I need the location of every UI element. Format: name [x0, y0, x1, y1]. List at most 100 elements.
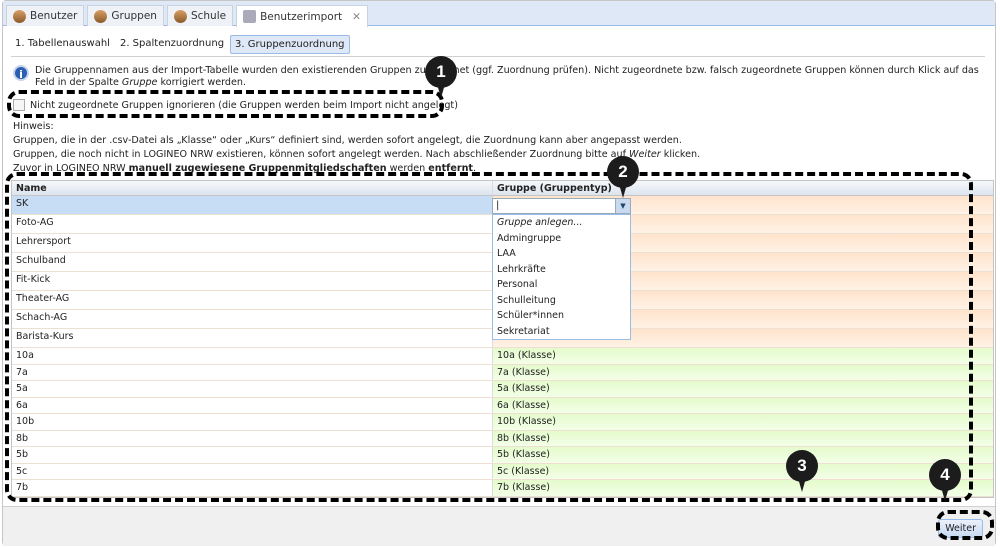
cell-name: 8b — [12, 430, 493, 446]
close-icon[interactable]: ✕ — [352, 11, 361, 23]
cell-name: Schulband — [12, 253, 493, 271]
table-row[interactable]: 10b 10b (Klasse) — [12, 414, 993, 431]
tab-label: Schule — [190, 10, 227, 22]
dropdown-option[interactable]: Personal — [493, 277, 630, 293]
cell-group[interactable]: 6a (Klasse) — [493, 397, 993, 413]
cell-group[interactable]: 10b (Klasse) — [493, 414, 993, 430]
cell-name: SK — [12, 196, 493, 214]
grid-header: Name Gruppe (Gruppentyp) — [12, 181, 993, 196]
school-icon — [173, 9, 187, 23]
hint-part: werden — [386, 163, 429, 174]
hint-bold: manuell zugewiesene Gruppenmitgliedschaf… — [128, 163, 387, 174]
hint-line: Gruppen, die noch nicht in LOGINEO NRW e… — [13, 148, 700, 162]
hint-part: Zuvor in LOGINEO NRW — [13, 163, 129, 174]
footer-bar: Weiter — [3, 506, 995, 546]
cell-name: Theater-AG — [12, 291, 493, 309]
hint-text: Hinweis: Gruppen, die in der .csv-Datei … — [13, 120, 700, 176]
tab-label: Gruppen — [111, 10, 157, 22]
table-row[interactable]: 10a 10a (Klasse) — [12, 348, 993, 365]
cell-group-value: 6a (Klasse) — [497, 399, 550, 411]
annotation-marker-2: 2 — [607, 156, 639, 198]
cell-name: Fit-Kick — [12, 272, 493, 290]
table-row[interactable]: 7b 7b (Klasse) — [12, 480, 993, 497]
cell-group-value: 7b (Klasse) — [497, 482, 550, 493]
tab-gruppen[interactable]: Gruppen — [87, 5, 164, 26]
hint-part: . — [473, 163, 477, 174]
table-row[interactable]: 5c 5c (Klasse) — [12, 463, 993, 480]
cell-group-value: 7a (Klasse) — [497, 366, 550, 378]
column-header-name[interactable]: Name — [12, 181, 493, 195]
info-message: i Die Gruppennamen aus der Import-Tabell… — [13, 65, 993, 89]
tab-schule[interactable]: Schule — [166, 5, 234, 26]
info-icon: i — [13, 65, 29, 81]
group-icon — [94, 9, 108, 23]
cell-group[interactable]: 7a (Klasse) — [493, 364, 993, 380]
info-text: Die Gruppennamen aus der Import-Tabelle … — [35, 65, 993, 89]
table-row[interactable]: 5b 5b (Klasse) — [12, 447, 993, 464]
dropdown-option[interactable]: Lehrkräfte — [493, 262, 630, 278]
step-gruppenzuordnung[interactable]: 3. Gruppenzuordnung — [230, 35, 350, 54]
tab-benutzerimport[interactable]: Benutzerimport ✕ — [236, 5, 368, 27]
tab-label: Benutzer — [30, 10, 78, 22]
annotation-marker-3: 3 — [786, 450, 818, 492]
cell-group-value: 5a (Klasse) — [497, 383, 550, 394]
hint-bold: entfernt — [428, 163, 473, 174]
info-text-part: korrigiert werden. — [157, 77, 247, 88]
dropdown-option[interactable]: Sekretariat — [493, 324, 630, 340]
hint-em: Weiter — [629, 149, 661, 160]
cell-group[interactable]: 8b (Klasse) — [493, 430, 993, 446]
hint-title: Hinweis: — [13, 121, 54, 132]
cell-group-value: 10a (Klasse) — [497, 350, 556, 361]
cell-group[interactable]: 7b (Klasse) — [493, 480, 993, 496]
tab-benutzer[interactable]: Benutzer — [6, 5, 85, 26]
annotation-marker-1: 1 — [425, 56, 457, 98]
cell-name: 10a — [12, 348, 493, 364]
cell-group[interactable]: 5c (Klasse) — [493, 463, 993, 479]
dropdown-option[interactable]: Gruppe anlegen... — [493, 215, 630, 231]
weiter-button[interactable]: Weiter — [938, 519, 983, 538]
step-spaltenzuordnung[interactable]: 2. Spaltenzuordnung — [116, 35, 228, 54]
dropdown-option[interactable]: Admingruppe — [493, 231, 630, 247]
text-cursor: | — [496, 200, 500, 211]
cell-name: 10b — [12, 414, 493, 430]
cell-name: 7b — [12, 480, 493, 496]
group-combobox[interactable]: | ▼ — [492, 198, 631, 214]
dropdown-option[interactable]: Schulleitung — [493, 293, 630, 309]
cell-name: 5c — [12, 463, 493, 479]
hint-line: Zuvor in LOGINEO NRW manuell zugewiesene… — [13, 162, 700, 176]
column-header-gruppe[interactable]: Gruppe (Gruppentyp) — [493, 181, 993, 195]
table-row[interactable]: 6a 6a (Klasse) — [12, 397, 993, 414]
divider — [11, 56, 985, 57]
cell-group-value: 5c (Klasse) — [497, 465, 550, 477]
ignore-unassigned-checkbox[interactable]: Nicht zugeordnete Gruppen ignorieren (di… — [13, 99, 458, 111]
cell-group[interactable]: 10a (Klasse) — [493, 348, 993, 364]
cell-name: Lehrersport — [12, 234, 493, 252]
checkbox-box[interactable] — [13, 99, 25, 111]
hint-part: klicken. — [660, 149, 701, 160]
cell-name: Foto-AG — [12, 215, 493, 233]
cell-name: Schach-AG — [12, 310, 493, 328]
hint-line: Gruppen, die in der .csv-Datei als „Klas… — [13, 135, 682, 146]
import-icon — [243, 10, 257, 23]
hint-part: Gruppen, die noch nicht in LOGINEO NRW e… — [13, 149, 630, 160]
table-row[interactable]: 8b 8b (Klasse) — [12, 430, 993, 447]
group-dropdown-list: Gruppe anlegen... Admingruppe LAA Lehrkräft… — [492, 214, 631, 340]
table-row[interactable]: 5a 5a (Klasse) — [12, 381, 993, 398]
user-icon — [13, 9, 26, 23]
cell-name: 7a — [12, 364, 493, 380]
step-tabellenauswahl[interactable]: 1. Tabellenauswahl — [11, 35, 114, 54]
dropdown-option[interactable]: Schüler*innen — [493, 308, 630, 324]
cell-group-value: 10b (Klasse) — [497, 416, 556, 427]
annotation-marker-4: 4 — [929, 459, 961, 501]
dropdown-option[interactable]: LAA — [493, 246, 630, 262]
cell-name: Barista-Kurs — [12, 329, 493, 347]
info-text-em: Gruppe — [121, 77, 158, 88]
cell-group[interactable]: 5b (Klasse) — [493, 447, 993, 463]
cell-group-value: 5b (Klasse) — [497, 449, 550, 460]
tab-bar: Benutzer Gruppen Schule Benutzerimport ✕ — [3, 1, 995, 27]
chevron-down-icon[interactable]: ▼ — [615, 199, 630, 213]
table-row[interactable]: 7a 7a (Klasse) — [12, 364, 993, 381]
checkbox-label: Nicht zugeordnete Gruppen ignorieren (di… — [30, 99, 458, 111]
cell-name: 6a — [12, 397, 493, 413]
cell-group[interactable]: 5a (Klasse) — [493, 381, 993, 397]
